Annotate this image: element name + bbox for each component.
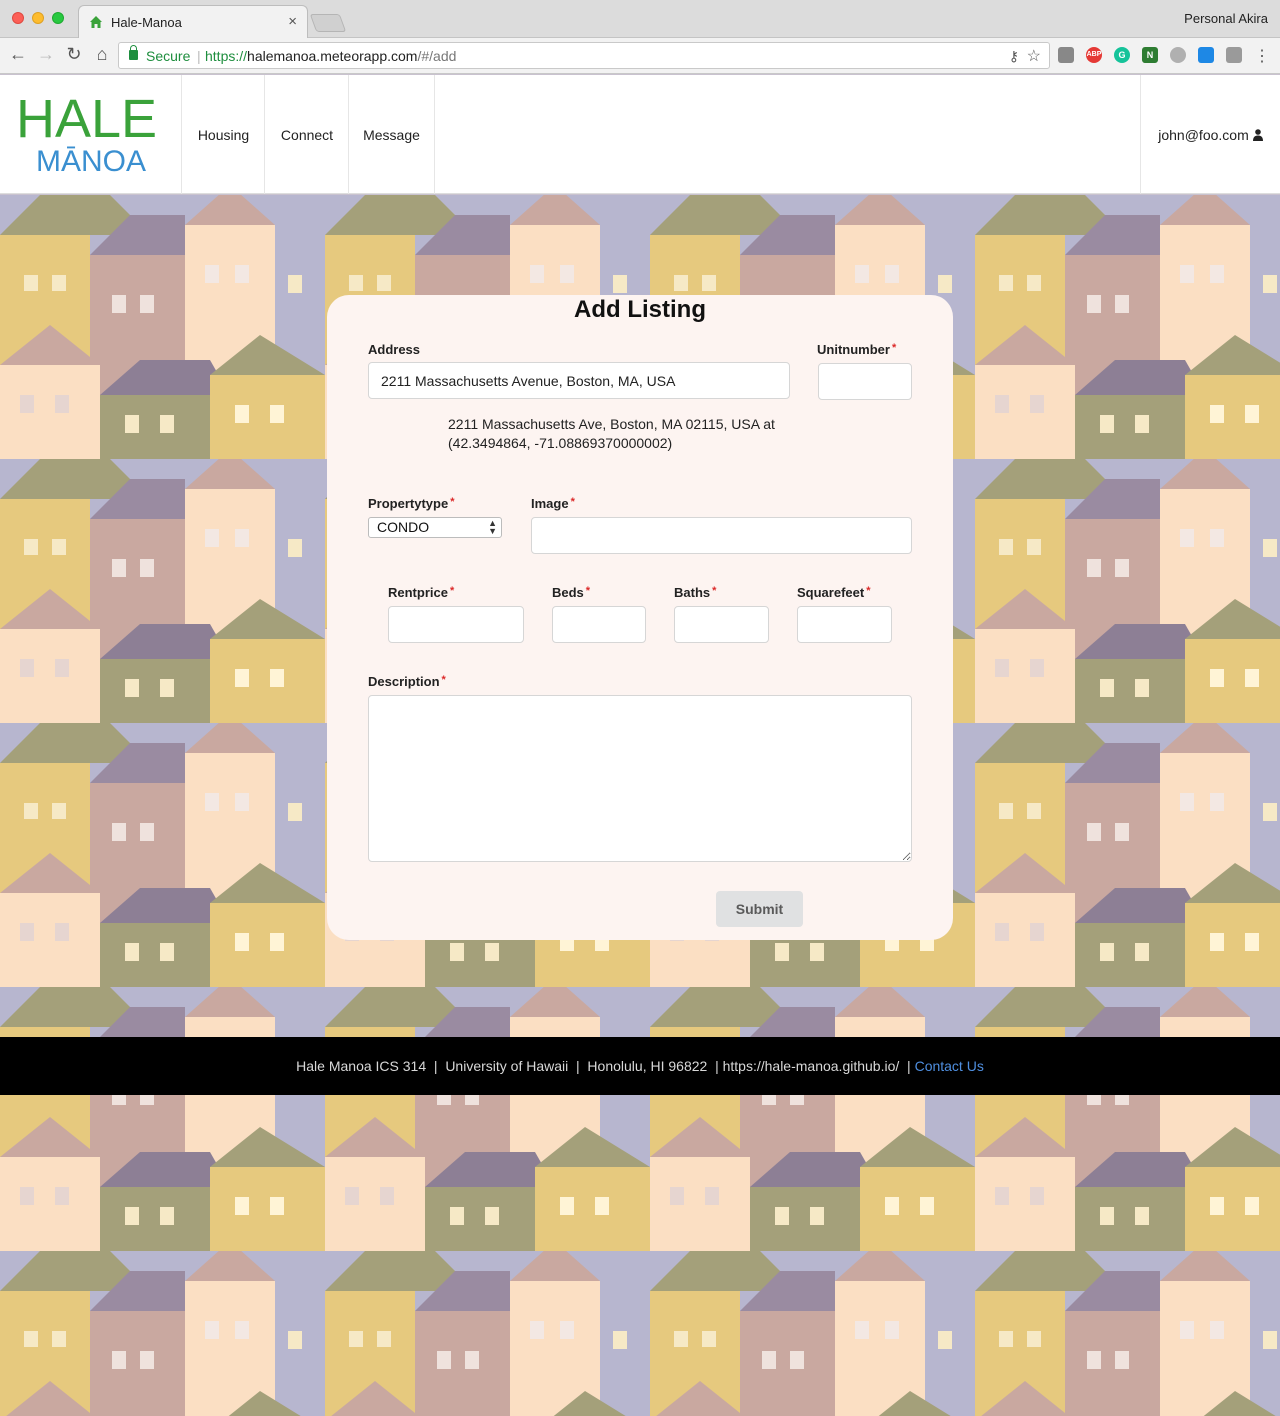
nav-connect[interactable]: Connect bbox=[264, 75, 349, 194]
evernote-icon[interactable]: N bbox=[1142, 47, 1158, 63]
maximize-window-button[interactable] bbox=[52, 12, 64, 24]
required-marker: * bbox=[866, 585, 871, 597]
address-input[interactable] bbox=[368, 362, 790, 399]
reload-icon[interactable]: ↻ bbox=[64, 44, 84, 65]
required-marker: * bbox=[891, 342, 897, 354]
nav-housing[interactable]: Housing bbox=[181, 75, 265, 194]
address-result-line2: (42.3494864, -71.08869370000002) bbox=[448, 435, 673, 451]
close-window-button[interactable] bbox=[12, 12, 24, 24]
image-input[interactable] bbox=[531, 517, 912, 554]
baths-input[interactable] bbox=[674, 606, 769, 643]
required-marker: * bbox=[441, 674, 446, 686]
adblock-icon[interactable]: ABP bbox=[1086, 47, 1102, 63]
submit-button[interactable]: Submit bbox=[716, 891, 803, 927]
address-label: Address bbox=[368, 342, 420, 357]
rentprice-input[interactable] bbox=[388, 606, 524, 643]
browser-toolbar: ← → ↻ ⌂ Secure | https://halemanoa.meteo… bbox=[0, 38, 1280, 74]
grammarly-icon[interactable]: G bbox=[1114, 47, 1130, 63]
tab-close-icon[interactable]: × bbox=[288, 13, 297, 30]
rentprice-label-text: Rentprice bbox=[388, 585, 448, 600]
react-devtools-icon[interactable] bbox=[1198, 47, 1214, 63]
description-label-text: Description bbox=[368, 674, 440, 689]
beds-label-text: Beds bbox=[552, 585, 584, 600]
description-label: Description * bbox=[368, 674, 446, 689]
propertytype-label-text: Propertytype bbox=[368, 496, 449, 511]
contact-us-link[interactable]: Contact Us bbox=[915, 1058, 984, 1074]
url-path: /#/add bbox=[417, 48, 457, 64]
rentprice-label: Rentprice * bbox=[388, 585, 454, 600]
back-arrow-icon[interactable]: ← bbox=[8, 44, 28, 65]
secure-label: Secure bbox=[146, 48, 191, 64]
user-icon bbox=[1252, 128, 1263, 141]
hale-manoa-logo[interactable]: HALE MĀNOA bbox=[16, 91, 170, 177]
footer-text: Hale Manoa ICS 314 | University of Hawai… bbox=[296, 1058, 915, 1074]
site-footer: Hale Manoa ICS 314 | University of Hawai… bbox=[0, 1037, 1280, 1095]
select-updown-icon: ▲ ▼ bbox=[488, 518, 497, 536]
key-icon[interactable]: ⚷ bbox=[1009, 48, 1019, 65]
minimize-window-button[interactable] bbox=[32, 12, 44, 24]
address-bar[interactable]: Secure | https://halemanoa.meteorapp.com… bbox=[118, 42, 1050, 69]
site-header: HALE MĀNOA Housing Connect Message john@… bbox=[0, 75, 1280, 194]
required-marker: * bbox=[712, 585, 717, 597]
beds-label: Beds * bbox=[552, 585, 590, 600]
description-textarea[interactable] bbox=[368, 695, 912, 862]
url-separator: | bbox=[197, 48, 201, 64]
url-text: https://halemanoa.meteorapp.com/#/add bbox=[205, 48, 456, 64]
add-listing-card: Add Listing Address 2211 Massachusetts A… bbox=[327, 295, 953, 940]
address-label-text: Address bbox=[368, 342, 421, 357]
url-scheme: https:// bbox=[205, 48, 248, 64]
squarefeet-label-text: Squarefeet bbox=[797, 585, 865, 600]
url-host: halemanoa.meteorapp.com bbox=[247, 48, 418, 64]
home-icon[interactable]: ⌂ bbox=[92, 44, 112, 65]
propertytype-select[interactable]: CONDO ▲ ▼ bbox=[368, 517, 502, 538]
logo-bottom-text: MĀNOA bbox=[36, 145, 146, 177]
bookmark-star-icon[interactable]: ☆ bbox=[1027, 46, 1041, 66]
propertytype-selected-value: CONDO bbox=[377, 519, 430, 535]
required-marker: * bbox=[585, 585, 591, 597]
house-favicon-icon bbox=[90, 16, 102, 28]
screenshot-icon[interactable] bbox=[1226, 47, 1242, 63]
page-title: Add Listing bbox=[574, 296, 706, 323]
browser-menu-icon[interactable]: ⋮ bbox=[1252, 46, 1272, 66]
profile-name[interactable]: Personal Akira bbox=[1184, 11, 1268, 26]
image-label: Image * bbox=[531, 496, 575, 511]
new-tab-button[interactable] bbox=[309, 14, 347, 32]
unitnumber-label: Unitnumber * bbox=[817, 342, 896, 357]
address-geocode-result: 2211 Massachusetts Ave, Boston, MA 02115… bbox=[448, 415, 828, 453]
address-result-line1: 2211 Massachusetts Ave, Boston, MA 02115… bbox=[448, 416, 775, 432]
beds-input[interactable] bbox=[552, 606, 646, 643]
nav-message[interactable]: Message bbox=[348, 75, 435, 194]
lock-icon bbox=[129, 45, 138, 60]
required-marker: * bbox=[450, 496, 455, 508]
unitnumber-label-text: Unitnumber bbox=[817, 342, 890, 357]
baths-label: Baths * bbox=[674, 585, 716, 600]
squarefeet-label: Squarefeet * bbox=[797, 585, 870, 600]
squarefeet-input[interactable] bbox=[797, 606, 892, 643]
logo-top-text: HALE bbox=[16, 91, 157, 149]
browser-titlebar: Hale-Manoa × Personal Akira bbox=[0, 0, 1280, 38]
unitnumber-input[interactable] bbox=[818, 363, 912, 400]
user-email: john@foo.com bbox=[1158, 126, 1249, 143]
required-marker: * bbox=[570, 496, 575, 508]
tab-title: Hale-Manoa bbox=[111, 15, 182, 30]
required-marker: * bbox=[449, 585, 455, 597]
propertytype-label: Propertytype * bbox=[368, 496, 454, 511]
baths-label-text: Baths bbox=[674, 585, 711, 600]
forward-arrow-icon[interactable]: → bbox=[36, 44, 56, 65]
cast-icon[interactable] bbox=[1058, 47, 1074, 63]
palette-icon[interactable] bbox=[1170, 47, 1186, 63]
browser-tab[interactable]: Hale-Manoa × bbox=[78, 5, 308, 38]
user-menu[interactable]: john@foo.com bbox=[1140, 75, 1280, 194]
image-label-text: Image bbox=[531, 496, 569, 511]
